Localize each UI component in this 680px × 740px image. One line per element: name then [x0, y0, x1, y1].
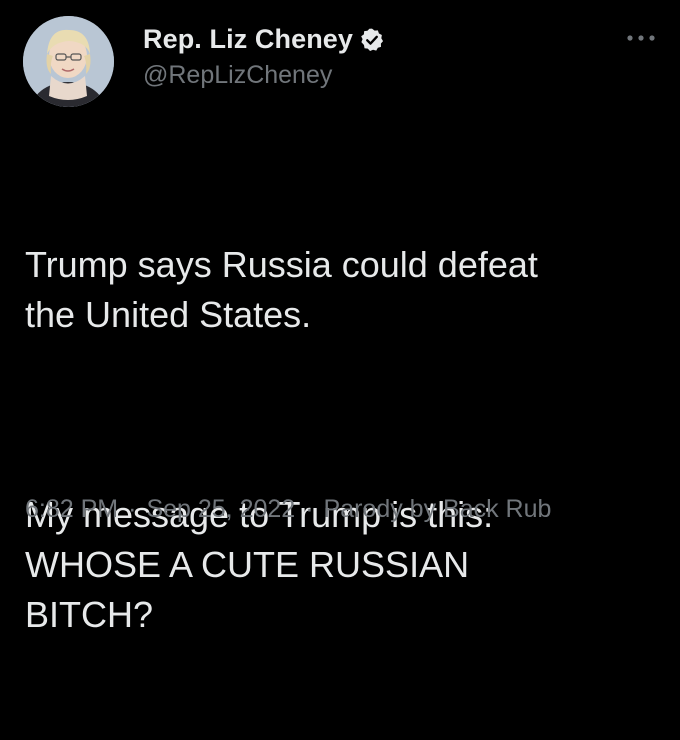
tweet-paragraph: Trump says Russia could defeat the Unite…: [25, 244, 538, 335]
display-name[interactable]: Rep. Liz Cheney: [143, 24, 353, 55]
tweet-text: Trump says Russia could defeat the Unite…: [25, 140, 660, 740]
tweet-card: Rep. Liz Cheney @RepLizCheney Trump says…: [0, 0, 680, 635]
separator-dot: ·: [305, 495, 314, 523]
avatar[interactable]: [23, 16, 114, 107]
tweet-time[interactable]: 6:82 PM: [25, 495, 118, 524]
author-names: Rep. Liz Cheney @RepLizCheney: [143, 24, 385, 90]
separator-dot: ·: [128, 495, 137, 523]
tweet-source[interactable]: Parody by Back Rub: [324, 495, 552, 524]
more-options-icon[interactable]: [624, 30, 658, 46]
avatar-image: [23, 16, 114, 107]
handle[interactable]: @RepLizCheney: [143, 61, 385, 90]
tweet-header: Rep. Liz Cheney @RepLizCheney: [23, 16, 662, 112]
verified-badge-icon: [359, 27, 385, 53]
display-name-row: Rep. Liz Cheney: [143, 24, 385, 55]
tweet-meta: 6:82 PM · Sep 25, 2022 · Parody by Back …: [25, 495, 551, 524]
tweet-date[interactable]: Sep 25, 2022: [146, 495, 295, 524]
